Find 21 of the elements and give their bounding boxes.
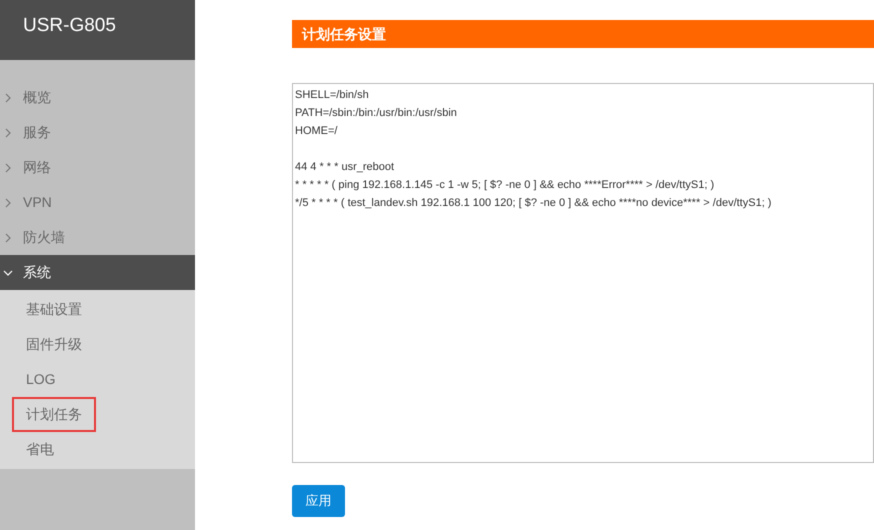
section-title: 计划任务设置 bbox=[302, 24, 386, 44]
submenu-item[interactable]: 基础设置 bbox=[12, 292, 96, 327]
chevron-icon bbox=[3, 232, 13, 242]
chevron-icon bbox=[3, 198, 13, 208]
chevron-icon bbox=[3, 162, 13, 172]
chevron-icon bbox=[3, 268, 13, 278]
menu-item[interactable]: 网络 bbox=[0, 150, 195, 185]
submenu-item[interactable]: 计划任务 bbox=[12, 397, 96, 432]
chevron-icon bbox=[3, 92, 13, 102]
chevron-icon bbox=[3, 128, 13, 138]
menu-item[interactable]: 概览 bbox=[0, 80, 195, 115]
submenu-item[interactable]: 省电 bbox=[12, 432, 68, 467]
apply-button[interactable]: 应用 bbox=[292, 485, 345, 517]
menu-item[interactable]: 防火墙 bbox=[0, 220, 195, 255]
script-text-area[interactable]: SHELL=/bin/sh PATH=/sbin:/bin:/usr/bin:/usr/sbin HOME=/ 44 4 * * * usr_reboot * * * * * ( ping 192.168.1.145 -c 1 -w 5; [ $? -ne 0 ] && echo ****Error**** > /dev/ttyS1; ) */5 * * * * ( test_landev.sh 192.168.1 100 120; [ $? -ne 0 ] && echo ****no device**** > /dev/ttyS1; ) bbox=[292, 83, 874, 463]
menu-item[interactable]: 系统 bbox=[0, 255, 195, 290]
menu-item[interactable]: VPN bbox=[0, 185, 195, 220]
submenu-item[interactable]: LOG bbox=[12, 362, 70, 397]
device-title: USR-G805 bbox=[23, 15, 116, 36]
submenu-item[interactable]: 固件升级 bbox=[12, 327, 96, 362]
menu-item[interactable]: 服务 bbox=[0, 115, 195, 150]
